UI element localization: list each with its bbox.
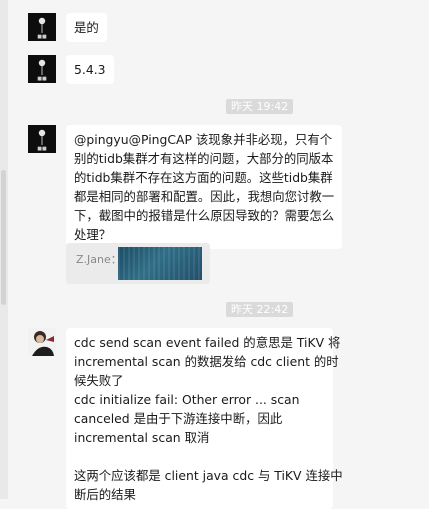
svg-text:■■: ■■ [37, 34, 47, 40]
message-text-line: cdc initialize fail: Other error ... sca… [74, 392, 300, 407]
message-bubble[interactable]: @pingyu@PingCAP 该现象并非必现，只有个 别的tidb集群才有这样… [66, 125, 342, 249]
timestamp: 昨天 19:42 [226, 99, 294, 114]
scrollbar[interactable] [0, 0, 8, 499]
message-text-line [74, 447, 325, 466]
avatar[interactable]: ■■ [28, 125, 56, 153]
quote-screenshot-thumbnail[interactable] [118, 247, 202, 280]
message-bubble[interactable]: 是的 [66, 13, 107, 42]
message-text: 是的 [74, 20, 99, 35]
avatar[interactable]: ■■ [28, 13, 56, 41]
quoted-message[interactable]: Z.Jane： [66, 243, 210, 284]
message-text-line: incremental scan 取消 [74, 430, 210, 445]
message-text-line: incremental scan 的数据发给 cdc client 的时 [74, 354, 339, 369]
timestamp: 昨天 22:42 [226, 302, 294, 317]
message-text-line: canceled 是由于下游连接中断，因此 [74, 411, 283, 426]
message-text-line: @pingyu@PingCAP 该现象并非必现，只有个 [74, 132, 333, 147]
avatar[interactable] [28, 328, 56, 356]
message-text-line: 都是相同的部署和配置。因此，我想向您讨教一 [74, 189, 335, 204]
message-text-line: 处理？ [74, 227, 112, 242]
message-text-line: 断后的结果 [74, 487, 136, 502]
message-text-line: 下，截图中的报错是什么原因导致的？需要怎么 [74, 208, 335, 223]
message-text-line: 别的tidb集群才有这样的问题，大部分的同版本 [74, 151, 334, 166]
message-text-line: cdc send scan event failed 的意思是 TiKV 将 [74, 335, 341, 350]
scrollbar-thumb[interactable] [1, 170, 6, 305]
message-text-line: 这两个应该都是 client java cdc 与 TiKV 连接中 [74, 468, 343, 483]
message-text-line: 候失败了 [74, 373, 124, 388]
message-text: 5.4.3 [74, 62, 106, 77]
message-bubble[interactable]: 5.4.3 [66, 55, 114, 84]
svg-text:■■: ■■ [37, 76, 47, 82]
avatar[interactable]: ■■ [28, 55, 56, 83]
message-bubble[interactable]: cdc send scan event failed 的意思是 TiKV 将 i… [66, 328, 343, 509]
message-text-line: 的tidb集群不存在这方面的问题。这些tidb集群 [74, 170, 333, 185]
svg-text:■■: ■■ [37, 146, 47, 152]
quote-author: Z.Jane： [76, 253, 122, 266]
